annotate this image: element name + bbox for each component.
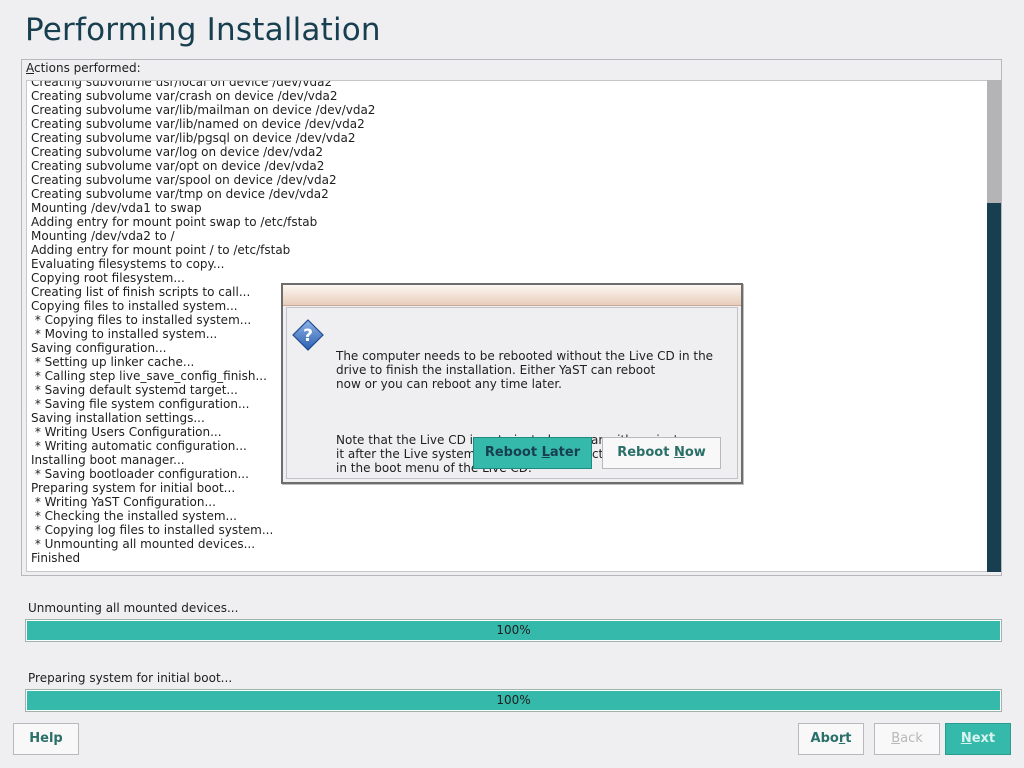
log-line: Creating subvolume var/spool on device /… <box>31 173 337 187</box>
question-icon: ? <box>291 318 325 352</box>
progress-label-preparing: Preparing system for initial boot... <box>28 671 233 685</box>
svg-text:?: ? <box>303 326 313 346</box>
help-button[interactable]: Help <box>13 723 79 755</box>
log-line: Adding entry for mount point swap to /et… <box>31 215 318 229</box>
reboot-now-button[interactable]: Reboot Now <box>602 437 721 469</box>
log-line: Finished <box>31 551 81 565</box>
actions-label: Actions performed: <box>26 61 141 75</box>
dialog-titlebar[interactable] <box>283 285 741 306</box>
log-line: Creating subvolume var/tmp on device /de… <box>31 187 329 201</box>
reboot-later-button[interactable]: Reboot Later <box>473 437 592 469</box>
progress-percent: 100% <box>496 623 531 637</box>
log-line: Mounting /dev/vda2 to / <box>31 229 175 243</box>
log-line: * Checking the installed system... <box>31 509 237 523</box>
log-line: Creating subvolume var/lib/mailman on de… <box>31 103 376 117</box>
log-scrollbar-thumb[interactable] <box>987 80 1001 203</box>
log-line: Mounting /dev/vda1 to swap <box>31 201 202 215</box>
dialog-paragraph-1: The computer needs to be rebooted withou… <box>336 349 714 391</box>
abort-button[interactable]: Abort <box>798 723 864 755</box>
log-line: * Writing YaST Configuration... <box>31 495 216 509</box>
log-line: Creating subvolume var/lib/pgsql on devi… <box>31 131 356 145</box>
log-line: * Unmounting all mounted devices... <box>31 537 256 551</box>
progress-bar-preparing: 100% <box>25 689 1002 712</box>
back-button[interactable]: Back <box>874 723 940 755</box>
log-line: Creating subvolume var/opt on device /de… <box>31 159 325 173</box>
next-button[interactable]: Next <box>945 723 1011 755</box>
log-line: Creating subvolume var/log on device /de… <box>31 145 324 159</box>
log-line: * Copying log files to installed system.… <box>31 523 274 537</box>
page-title: Performing Installation <box>25 12 381 48</box>
log-line: Creating subvolume usr/local on device /… <box>31 80 333 89</box>
progress-percent: 100% <box>496 693 531 707</box>
progress-bar-unmounting: 100% <box>25 619 1002 642</box>
progress-label-unmounting: Unmounting all mounted devices... <box>28 601 239 615</box>
log-line: Creating subvolume var/lib/named on devi… <box>31 117 365 131</box>
log-line: Evaluating filesystems to copy... <box>31 257 225 271</box>
log-scrollbar[interactable] <box>987 80 1001 572</box>
log-line: Creating subvolume var/crash on device /… <box>31 89 338 103</box>
log-line: Adding entry for mount point / to /etc/f… <box>31 243 291 257</box>
